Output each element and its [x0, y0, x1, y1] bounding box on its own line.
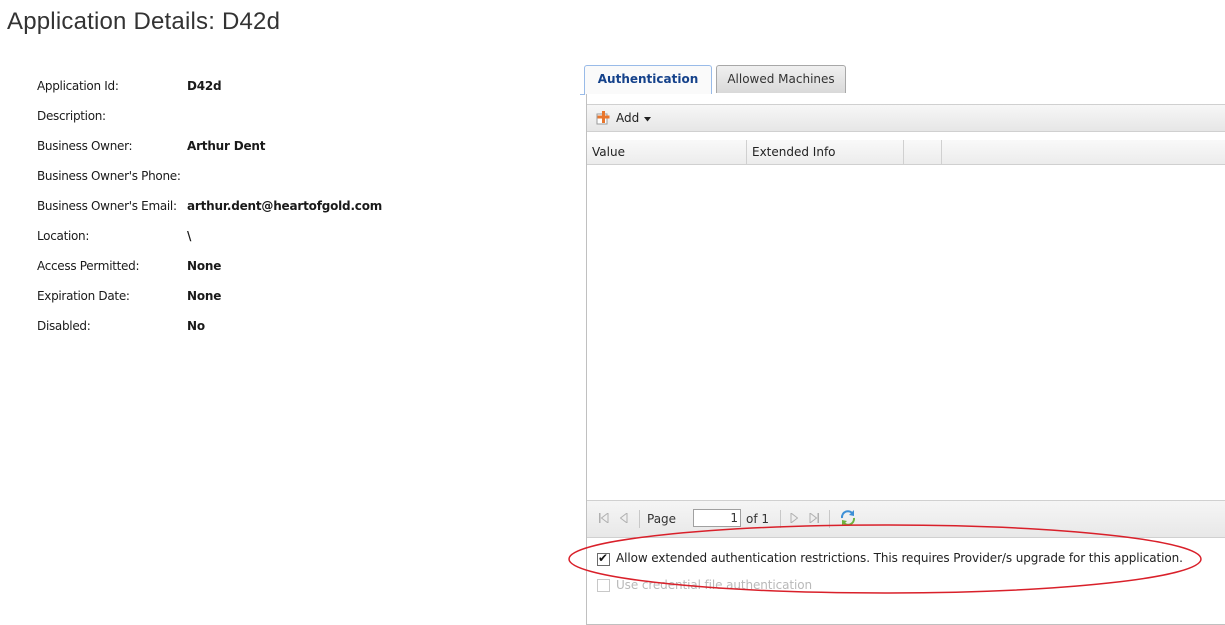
tab-strip: Authentication Allowed Machines: [580, 60, 1225, 95]
detail-label: Application Id:: [37, 79, 119, 93]
detail-label: Business Owner:: [37, 139, 133, 153]
page-title: Application Details: D42d: [7, 8, 281, 35]
prev-page-icon[interactable]: [619, 511, 628, 526]
detail-label: Expiration Date:: [37, 289, 130, 303]
extended-auth-checkbox[interactable]: [597, 551, 610, 566]
detail-value: D42d: [187, 79, 222, 93]
credential-file-checkbox[interactable]: [597, 579, 610, 592]
page-label: Page: [647, 512, 677, 526]
caret-down-icon: [644, 111, 652, 125]
detail-label: Description:: [37, 109, 106, 123]
pager-separator: [639, 510, 640, 528]
last-page-icon[interactable]: [809, 511, 819, 526]
page-count-label: of 1: [746, 512, 770, 526]
detail-value: Arthur Dent: [187, 139, 266, 153]
detail-value: arthur.dent@heartofgold.com: [187, 199, 383, 213]
paging-toolbar: Page 1 of 1: [587, 500, 1225, 538]
add-button[interactable]: Add: [595, 108, 652, 128]
next-page-icon[interactable]: [790, 511, 799, 526]
extended-auth-label: Allow extended authentication restrictio…: [616, 551, 1183, 565]
add-label: Add: [616, 111, 640, 125]
tab-content: Add Value Extended Info Page 1 of 1 ✔ Al…: [586, 94, 1225, 625]
grid-toolbar: Add: [587, 104, 1225, 132]
pager-separator: [780, 510, 781, 528]
detail-value: None: [187, 259, 222, 273]
pager-separator: [829, 510, 830, 528]
tab-allowed-machines[interactable]: Allowed Machines: [716, 65, 846, 93]
detail-label: Location:: [37, 229, 90, 243]
column-header-value[interactable]: Value: [587, 140, 747, 164]
auth-panel: Authentication Allowed Machines Add Valu…: [580, 60, 1225, 625]
add-plus-icon: [595, 110, 611, 126]
refresh-icon[interactable]: [839, 509, 857, 530]
first-page-icon[interactable]: [599, 511, 609, 526]
detail-value: None: [187, 289, 222, 303]
grid-body: [587, 165, 1225, 500]
detail-value: \: [187, 229, 192, 243]
detail-value: No: [187, 319, 205, 333]
page-number-input[interactable]: 1: [693, 509, 741, 527]
detail-label: Business Owner's Phone:: [37, 169, 181, 183]
column-header-extended-info[interactable]: Extended Info: [747, 140, 904, 164]
grid-header: Value Extended Info: [587, 140, 1225, 165]
credential-file-label: Use credential file authentication: [616, 578, 812, 592]
tab-authentication[interactable]: Authentication: [584, 65, 712, 95]
column-header-extra[interactable]: [904, 140, 942, 164]
detail-label: Access Permitted:: [37, 259, 140, 273]
detail-label: Disabled:: [37, 319, 91, 333]
detail-label: Business Owner's Email:: [37, 199, 177, 213]
